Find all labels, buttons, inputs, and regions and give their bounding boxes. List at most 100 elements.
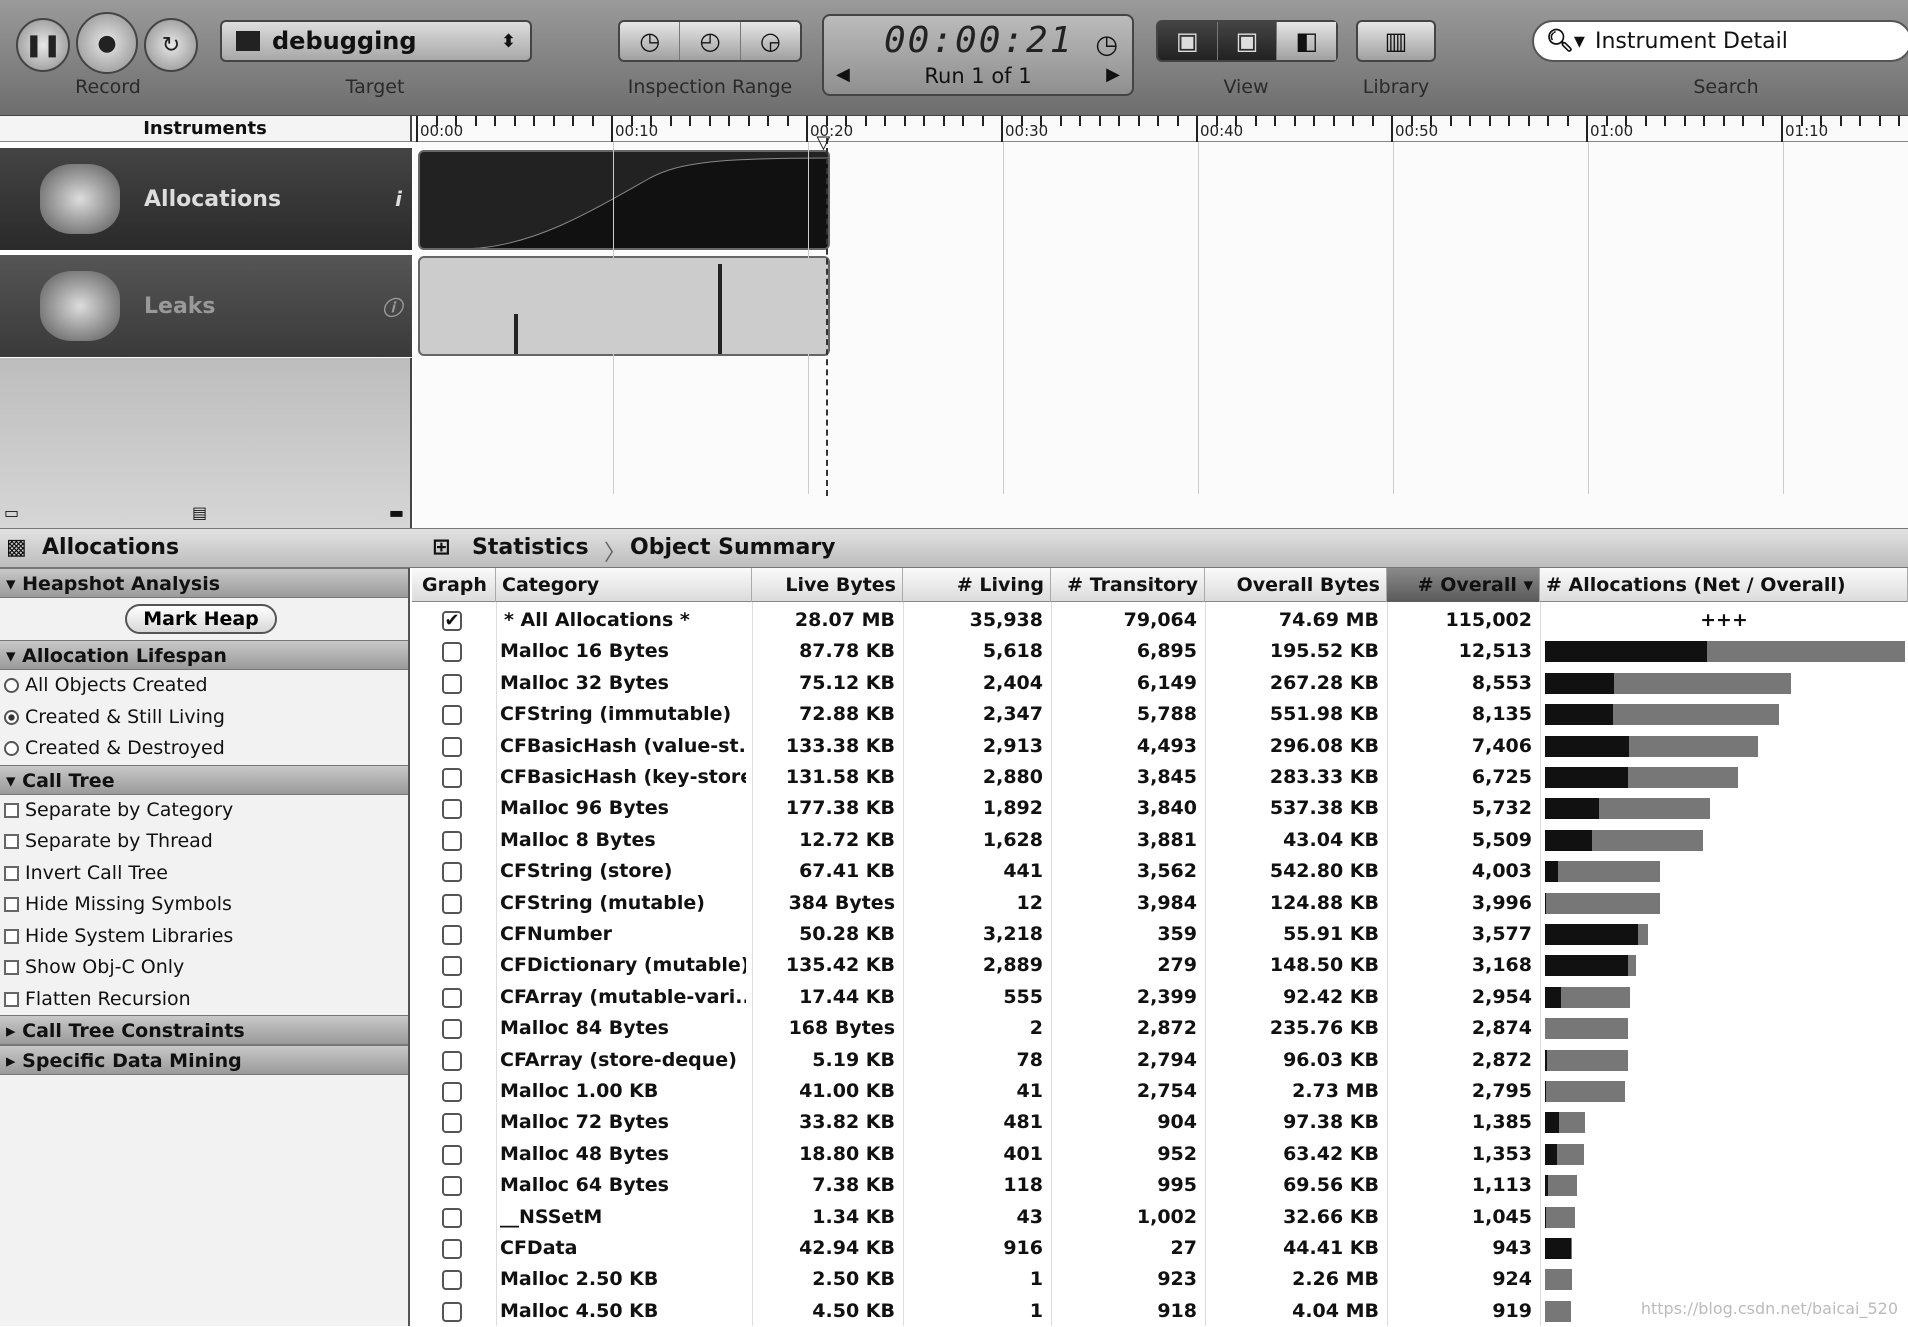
view-right-pane-icon[interactable]: ◧ [1277, 22, 1336, 60]
table-row[interactable]: CFNumber50.28 KB3,21835955.91 KB3,577 [412, 919, 1908, 950]
column-header[interactable]: # Transitory [1051, 568, 1205, 602]
playhead-triangle-icon[interactable]: ▽ [817, 132, 831, 153]
info-icon[interactable]: ⓘ [382, 292, 402, 321]
call-tree-option[interactable]: Separate by Category [0, 795, 408, 827]
checkbox[interactable] [4, 803, 19, 818]
table-row[interactable]: Malloc 32 Bytes75.12 KB2,4046,149267.28 … [412, 668, 1908, 699]
graph-checkbox[interactable] [442, 1239, 462, 1259]
section-call-tree[interactable]: ▾ Call Tree [0, 765, 408, 795]
graph-checkbox[interactable] [442, 1051, 462, 1071]
lifespan-option[interactable]: Created & Destroyed [0, 733, 408, 765]
track-area[interactable] [414, 142, 1908, 528]
checkbox[interactable] [4, 960, 19, 975]
target-select[interactable]: debugging ⬍ [220, 20, 532, 62]
column-header[interactable]: Live Bytes [752, 568, 903, 602]
graph-checkbox[interactable]: ✔ [442, 611, 462, 631]
graph-checkbox[interactable] [442, 1270, 462, 1290]
range-end-clock-icon[interactable]: ◶ [741, 22, 800, 60]
table-row[interactable]: CFBasicHash (key-store)131.58 KB2,8803,8… [412, 762, 1908, 793]
column-header[interactable]: Overall Bytes [1205, 568, 1387, 602]
graph-checkbox[interactable] [442, 956, 462, 976]
range-start-clock-icon[interactable]: ◷ [620, 22, 680, 60]
table-row[interactable]: ✔* All Allocations *28.07 MB35,93879,064… [412, 605, 1908, 636]
call-tree-option[interactable]: Hide Missing Symbols [0, 889, 408, 921]
table-row[interactable]: Malloc 84 Bytes168 Bytes22,872235.76 KB2… [412, 1013, 1908, 1044]
checkbox[interactable] [4, 834, 19, 849]
column-header[interactable]: # Allocations (Net / Overall) [1540, 568, 1908, 602]
graph-checkbox[interactable] [442, 1113, 462, 1133]
section-allocation-lifespan[interactable]: ▾ Allocation Lifespan [0, 640, 408, 670]
radio-button[interactable] [4, 710, 19, 725]
graph-checkbox[interactable] [442, 894, 462, 914]
section-call-tree-constraints[interactable]: ▸ Call Tree Constraints [0, 1015, 408, 1045]
table-row[interactable]: Malloc 2.50 KB2.50 KB19232.26 MB924 [412, 1264, 1908, 1295]
lifespan-option[interactable]: All Objects Created [0, 670, 408, 702]
graph-checkbox[interactable] [442, 1302, 462, 1322]
call-tree-option[interactable]: Separate by Thread [0, 826, 408, 858]
table-row[interactable]: CFString (store)67.41 KB4413,562542.80 K… [412, 856, 1908, 887]
table-row[interactable]: CFData42.94 KB9162744.41 KB943 [412, 1233, 1908, 1264]
call-tree-option[interactable]: Show Obj-C Only [0, 952, 408, 984]
info-icon[interactable]: i [395, 187, 402, 211]
table-row[interactable]: Malloc 8 Bytes12.72 KB1,6283,88143.04 KB… [412, 825, 1908, 856]
add-icon[interactable]: ▭ [4, 503, 19, 522]
radio-button[interactable] [4, 741, 19, 756]
checkbox[interactable] [4, 992, 19, 1007]
graph-checkbox[interactable] [442, 737, 462, 757]
table-row[interactable]: Malloc 48 Bytes18.80 KB40195263.42 KB1,3… [412, 1139, 1908, 1170]
lifespan-option[interactable]: Created & Still Living [0, 702, 408, 734]
graph-checkbox[interactable] [442, 1145, 462, 1165]
instrument-allocations[interactable]: Allocations i [0, 148, 412, 250]
table-row[interactable]: CFString (immutable)72.88 KB2,3475,78855… [412, 699, 1908, 730]
graph-checkbox[interactable] [442, 862, 462, 882]
instrument-leaks[interactable]: Leaks ⓘ [0, 255, 412, 357]
table-row[interactable]: Malloc 1.00 KB41.00 KB412,7542.73 MB2,79… [412, 1076, 1908, 1107]
section-heapshot-analysis[interactable]: ▾ Heapshot Analysis [0, 568, 408, 598]
view-left-pane-icon[interactable]: ▣ [1158, 22, 1218, 60]
table-row[interactable]: Malloc 72 Bytes33.82 KB48190497.38 KB1,3… [412, 1107, 1908, 1138]
checkbox[interactable] [4, 929, 19, 944]
call-tree-option[interactable]: Invert Call Tree [0, 858, 408, 890]
graph-checkbox[interactable] [442, 705, 462, 725]
record-button[interactable]: ● [76, 12, 138, 74]
table-row[interactable]: CFArray (mutable-vari...17.44 KB5552,399… [412, 982, 1908, 1013]
checkbox[interactable] [4, 866, 19, 881]
breadcrumb-object-summary[interactable]: Object Summary [630, 535, 836, 560]
time-ruler[interactable]: 00:0000:1000:2000:3000:4000:5001:0001:10 [412, 116, 1908, 142]
table-row[interactable]: Malloc 96 Bytes177.38 KB1,8923,840537.38… [412, 793, 1908, 824]
table-row[interactable]: CFString (mutable)384 Bytes123,984124.88… [412, 888, 1908, 919]
playhead[interactable]: ▽ [826, 138, 828, 496]
table-row[interactable]: CFBasicHash (value-st...133.38 KB2,9134,… [412, 731, 1908, 762]
call-tree-option[interactable]: Hide System Libraries [0, 921, 408, 953]
table-row[interactable]: __NSSetM1.34 KB431,00232.66 KB1,045 [412, 1202, 1908, 1233]
radio-button[interactable] [4, 678, 19, 693]
search-field[interactable]: 🔍︎▾ Instrument Detail [1532, 20, 1908, 62]
expand-icon[interactable]: ▬ [389, 503, 404, 522]
graph-checkbox[interactable] [442, 642, 462, 662]
column-header[interactable]: Graph [416, 568, 496, 602]
checkbox[interactable] [4, 897, 19, 912]
graph-checkbox[interactable] [442, 925, 462, 945]
range-clear-clock-icon[interactable]: ◴ [680, 22, 740, 60]
library-button[interactable]: ▥ [1356, 20, 1436, 62]
table-row[interactable]: CFDictionary (mutable)135.42 KB2,8892791… [412, 950, 1908, 981]
table-row[interactable]: CFArray (store-deque)5.19 KB782,79496.03… [412, 1045, 1908, 1076]
pause-button[interactable]: ❚❚ [16, 18, 70, 72]
config-icon[interactable]: ▤ [192, 503, 207, 522]
graph-checkbox[interactable] [442, 768, 462, 788]
section-specific-data-mining[interactable]: ▸ Specific Data Mining [0, 1045, 408, 1075]
mark-heap-button[interactable]: Mark Heap [125, 604, 277, 634]
column-header[interactable]: Category [496, 568, 752, 602]
column-header[interactable]: # Overall ▾ [1387, 568, 1540, 602]
breadcrumb-statistics[interactable]: Statistics [472, 535, 589, 560]
graph-checkbox[interactable] [442, 988, 462, 1008]
call-tree-option[interactable]: Flatten Recursion [0, 984, 408, 1016]
graph-checkbox[interactable] [442, 1208, 462, 1228]
graph-checkbox[interactable] [442, 1019, 462, 1039]
table-row[interactable]: Malloc 16 Bytes87.78 KB5,6186,895195.52 … [412, 636, 1908, 667]
restart-button[interactable]: ↻ [144, 18, 198, 72]
graph-checkbox[interactable] [442, 831, 462, 851]
view-bottom-pane-icon[interactable]: ▣ [1218, 22, 1278, 60]
graph-checkbox[interactable] [442, 1176, 462, 1196]
graph-checkbox[interactable] [442, 1082, 462, 1102]
